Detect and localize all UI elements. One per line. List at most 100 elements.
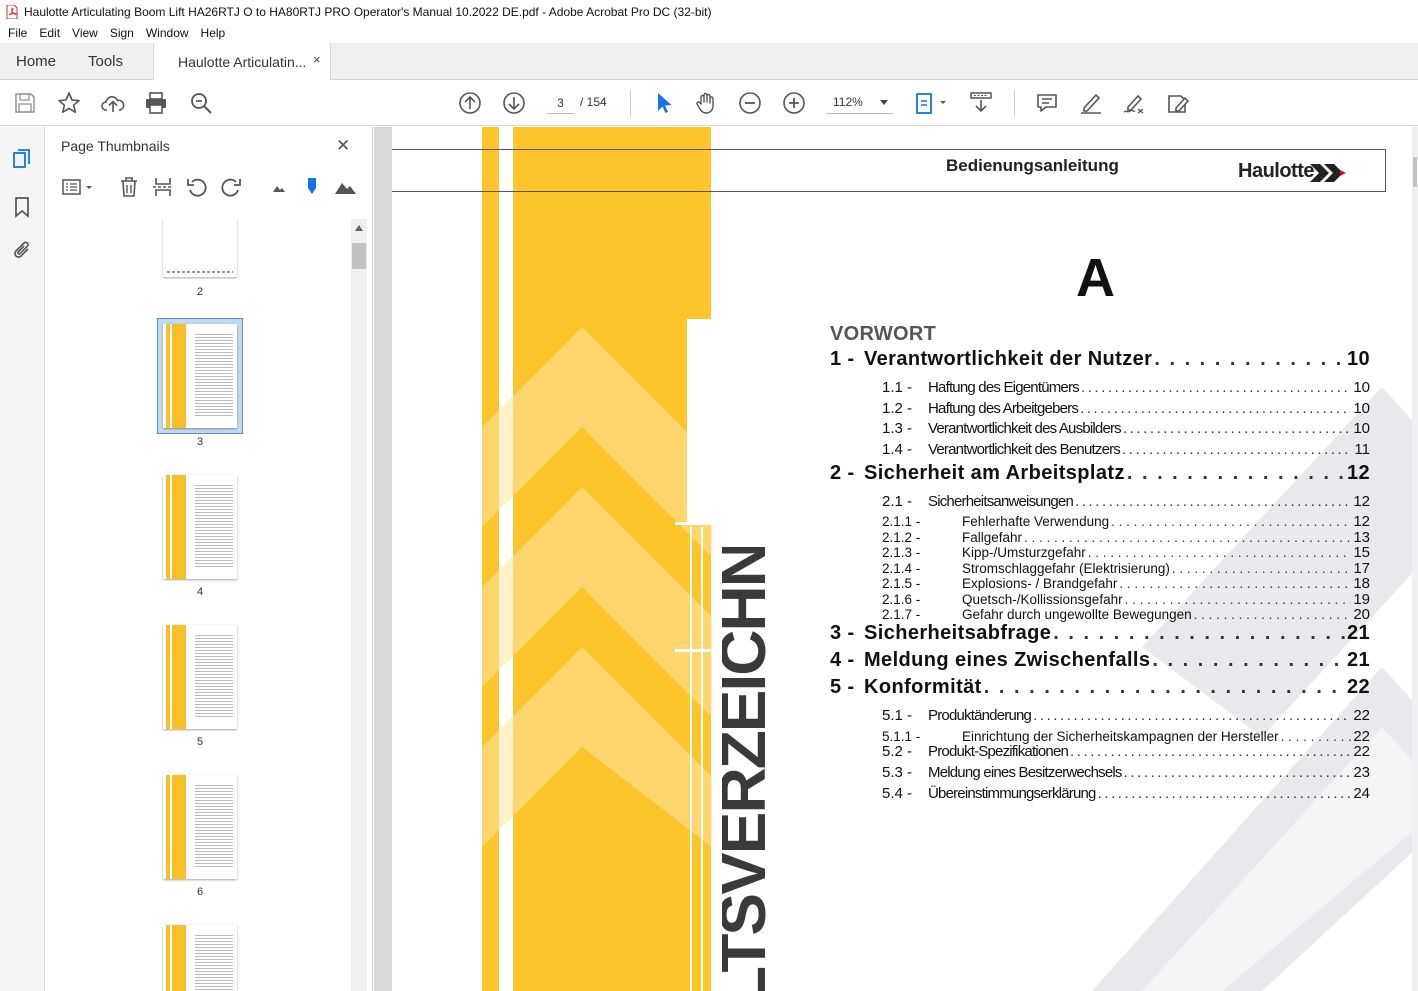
panel-close-icon[interactable]: ✕ [336,136,350,156]
extract-page-icon[interactable] [151,175,175,199]
toc-leader-dots [1053,622,1345,645]
toc-entry-level-3[interactable]: 2.1.2 - Fallgefahr 13 [830,529,1370,546]
bookmarks-icon[interactable] [10,195,34,219]
rotate-clockwise-icon[interactable] [219,175,243,199]
toc-leader-dots [1127,462,1345,485]
menu-help[interactable]: Help [195,26,232,40]
toc-entry-level-3[interactable]: 2.1.4 - Stromschlaggefahr (Elektrisierung… [830,560,1370,577]
toc-entry-number: 2 - [830,461,855,484]
document-scrollbar[interactable] [1412,127,1418,991]
menu-file[interactable]: File [0,26,33,40]
page-thumbnails-icon[interactable] [10,147,34,171]
toc-entry-number: 2.1.5 - [882,576,921,592]
page-thumbnail[interactable] [163,625,237,729]
next-page-icon[interactable] [501,90,527,116]
toc-entry-level-1[interactable]: 2 - Sicherheit am Arbeitsplatz 12 [830,462,1370,489]
save-icon[interactable] [12,90,38,116]
toc-entry-level-1[interactable]: 1 - Verantwortlichkeit der Nutzer 10 [830,348,1370,375]
main-toolbar: 3 / 154 112% [0,80,1418,126]
toc-entry-level-2[interactable]: 5.2 - Produkt-Spezifikationen 22 [830,743,1370,764]
page-thumbnail[interactable] [163,475,237,579]
menu-edit[interactable]: Edit [33,26,66,40]
zoom-out-icon[interactable] [737,90,763,116]
tab-document[interactable]: Haulotte Articulatin... × [153,43,331,80]
thumbnail-larger-icon[interactable] [333,175,357,199]
thumbnail-size-slider-icon[interactable] [300,175,324,199]
toc-leader-dots [1152,649,1345,672]
thumbnail-label: 6 [196,886,204,898]
menu-sign[interactable]: Sign [104,26,140,40]
panel-title: Page Thumbnails [61,138,170,154]
document-scrollbar-thumb[interactable] [1413,157,1417,187]
scrollbar-thumb[interactable] [352,243,366,269]
thumbnail-options-icon[interactable] [61,175,95,199]
toc-entry-level-1[interactable]: 4 - Meldung eines Zwischenfalls 21 [830,649,1370,676]
tab-home[interactable]: Home [16,53,56,70]
cloud-upload-icon[interactable] [100,90,126,116]
bookmark-star-icon[interactable] [56,90,82,116]
thumbnail-smaller-icon[interactable] [267,175,291,199]
toc-entry-level-2[interactable]: 1.3 - Verantwortlichkeit des Ausbilders 10 [830,420,1370,441]
toc-entry-level-1[interactable]: 5 - Konformität 22 [830,676,1370,703]
toc-entry-level-2[interactable]: 2.1 - Sicherheitsanweisungen 12 [830,493,1370,514]
toc-leader-dots [1111,514,1351,529]
page-thumbnail[interactable] [163,925,237,991]
select-cursor-icon[interactable] [650,90,676,116]
scroll-up-arrow-icon[interactable] [355,225,363,231]
toc-entry-level-2[interactable]: 1.1 - Haftung des Eigentümers 10 [830,379,1370,400]
zoom-level-dropdown[interactable]: 112% [826,92,893,114]
toolbar-divider [1014,90,1015,116]
toc-entry-page: 11 [1354,441,1370,459]
comment-icon[interactable] [1034,90,1060,116]
toc-entry-level-3[interactable]: 2.1.3 - Kipp-/Umsturzgefahr 15 [830,544,1370,561]
toc-entry-number: 2.1.1 - [882,514,921,530]
toc-entry-level-3[interactable]: 5.1.1 - Einrichtung der Sicherheitskampag… [830,728,1370,745]
thumbnail-scrollbar[interactable] [351,219,367,991]
divider-line [675,649,711,652]
toc-entry-level-3[interactable]: 2.1.7 - Gefahr durch ungewollte Bewegunge… [830,606,1370,623]
toc-entry-level-2[interactable]: 1.2 - Haftung des Arbeitgebers 10 [830,400,1370,421]
page-display-icon[interactable] [913,90,949,116]
toc-entry-page: 23 [1353,763,1370,781]
toc-entry-level-2[interactable]: 5.1 - Produktänderung 22 [830,707,1370,728]
toc-entry-number: 5.2 - [882,743,913,761]
draw-sign-icon[interactable] [1121,90,1147,116]
toc-entry-level-1[interactable]: 3 - Sicherheitsabfrage 21 [830,622,1370,649]
previous-page-icon[interactable] [457,90,483,116]
toc-entry-label: Übereinstimmungserklärung [928,784,1096,802]
toc-entry-level-3[interactable]: 2.1.1 - Fehlerhafte Verwendung 12 [830,513,1370,530]
toc-entry-number: 2.1.3 - [882,545,921,561]
menu-window[interactable]: Window [140,26,195,40]
tab-close-icon[interactable]: × [313,52,321,67]
delete-page-icon[interactable] [117,175,141,199]
toc-entry-level-3[interactable]: 2.1.6 - Quetsch-/Kollissionsgefahr 19 [830,591,1370,608]
scroll-mode-icon[interactable] [968,90,994,116]
page-number-input[interactable]: 3 [546,92,575,114]
menu-view[interactable]: View [66,26,104,40]
table-of-contents: VORWORT 1 - Verantwortlichkeit der Nutzer… [830,323,1370,805]
toc-leader-dots [1024,530,1351,545]
highlight-pen-icon[interactable] [1078,90,1104,116]
toc-entry-level-3[interactable]: 2.1.5 - Explosions- / Brandgefahr 18 [830,575,1370,592]
attachments-paperclip-icon[interactable] [10,239,34,263]
document-viewport[interactable]: LTSVERZEICHNIS Bedienungsanleitung Haulo… [374,127,1418,991]
rotate-counterclockwise-icon[interactable] [185,175,209,199]
toc-leader-dots [1081,379,1351,396]
page-thumbnail[interactable] [163,775,237,879]
page-thumbnail[interactable] [163,219,237,277]
fill-sign-icon[interactable] [1165,90,1191,116]
toc-leader-dots [1125,592,1352,607]
tab-tools[interactable]: Tools [88,53,123,70]
toc-entry-level-2[interactable]: 1.4 - Verantwortlichkeit des Benutzers 11 [830,441,1370,462]
zoom-in-icon[interactable] [781,90,807,116]
toc-entry-page: 22 [1346,675,1370,698]
print-icon[interactable] [143,90,169,116]
toc-entry-label: Verantwortlichkeit des Benutzers [928,441,1121,459]
hand-tool-icon[interactable] [693,90,719,116]
find-zoom-icon[interactable] [188,90,214,116]
toc-entry-level-2[interactable]: 5.3 - Meldung eines Besitzerwechsels 23 [830,764,1370,785]
page-thumbnail[interactable] [163,324,237,428]
toc-entry-level-2[interactable]: 5.4 - Übereinstimmungserklärung 24 [830,785,1370,806]
toc-entry-number: 5.1.1 - [882,728,921,744]
toc-entry-page: 10 [1353,379,1370,396]
